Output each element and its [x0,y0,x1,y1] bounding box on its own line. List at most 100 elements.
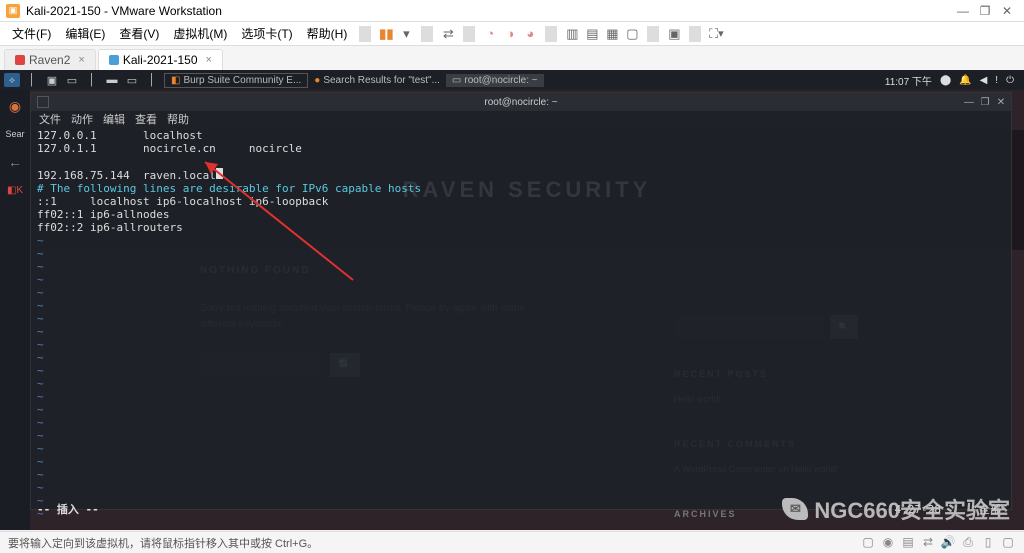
line: 192.168.75.144 raven.local [37,169,216,182]
tilde-line: ~ [37,299,44,312]
network-icon[interactable]: ! [995,75,998,86]
tilde-line: ~ [37,312,44,325]
notification-icon[interactable]: 🔔 [959,75,971,86]
task-terminal[interactable]: ▭root@nocircle: ~ [446,74,544,87]
tilde-line: ~ [37,351,44,364]
layout4-icon[interactable]: ▢ [623,25,641,43]
menu-edit[interactable]: 编辑(E) [59,23,111,44]
kali-panel: ⟡ │ ▣ ▭ │ ▬ ▭ │ ◧Burp Suite Community E.… [0,70,1024,90]
close-icon[interactable]: × [206,54,212,66]
volume-icon[interactable]: ◀ [980,75,988,86]
line: ff02::2 ip6-allrouters [37,221,183,234]
close-button[interactable]: ✕ [996,4,1018,18]
tilde-line: ~ [37,325,44,338]
snapshot-revert-icon[interactable]: ◑ [501,25,519,43]
watermark-text: NGC660安全实验室 [814,493,1010,525]
bookmark-icon[interactable]: ◧K [3,178,27,202]
term-menu-help[interactable]: 帮助 [167,111,189,127]
layout1-icon[interactable]: ▥ [563,25,581,43]
tab-raven2[interactable]: Raven2 × [4,49,96,70]
tilde-line: ~ [37,390,44,403]
usb-icon[interactable]: ⇄ [920,535,936,550]
tab-kali[interactable]: Kali-2021-150 × [98,49,223,70]
guest-display[interactable]: ⟡ │ ▣ ▭ │ ▬ ▭ │ ◧Burp Suite Community E.… [0,70,1024,530]
menu-view[interactable]: 查看(V) [113,23,165,44]
vmware-title-bar: ▣ Kali-2021-150 - VMware Workstation — ❐… [0,0,1024,22]
tab-label: Raven2 [29,53,70,67]
term-menu-file[interactable]: 文件 [39,111,61,127]
workspace2-icon[interactable]: ▭ [124,73,140,87]
files-icon[interactable]: ▣ [44,73,60,87]
layout2-icon[interactable]: ▤ [583,25,601,43]
maximize-icon[interactable]: ❐ [979,96,991,108]
message-icon[interactable]: ▢ [1000,535,1016,550]
minimize-icon[interactable]: — [963,96,975,108]
tilde-line: ~ [37,429,44,442]
back-icon[interactable]: ← [3,150,27,174]
power-icon[interactable]: ⏻ [1006,75,1014,86]
kali-logo-icon[interactable]: ⟡ [4,73,20,87]
pause-icon[interactable]: ▮▮ [377,25,395,43]
vmware-tab-strip: Raven2 × Kali-2021-150 × [0,46,1024,70]
tilde-line: ~ [37,234,44,247]
cd-icon[interactable]: ◉ [880,535,896,550]
wechat-icon: ✉ [782,498,808,520]
close-icon[interactable]: × [78,54,84,66]
terminal-window[interactable]: root@nocircle: ~ — ❐ ✕ 文件 动作 编辑 查看 帮助 12… [30,92,1012,510]
vmware-icon: ▣ [6,4,20,18]
term-menu-view[interactable]: 查看 [135,111,157,127]
fullscreen-icon[interactable]: ▣ [665,25,683,43]
maximize-button[interactable]: ❐ [974,4,996,18]
tilde-line: ~ [37,377,44,390]
send-key-icon[interactable]: ⇄ [439,25,457,43]
menu-tabs[interactable]: 选项卡(T) [235,23,298,44]
tab-label: Kali-2021-150 [123,53,198,67]
tilde-line: ~ [37,286,44,299]
unity-icon[interactable]: ⛶▾ [707,25,725,43]
menu-help[interactable]: 帮助(H) [301,23,354,44]
terminal-menubar: 文件 动作 编辑 查看 帮助 [31,111,1011,127]
terminal-menu-icon[interactable] [37,96,49,108]
dropdown-icon[interactable]: ▾ [397,25,415,43]
tilde-line: ~ [37,416,44,429]
menu-vm[interactable]: 虚拟机(M) [167,23,233,44]
terminal-titlebar[interactable]: root@nocircle: ~ — ❐ ✕ [31,93,1011,111]
term-menu-action[interactable]: 动作 [71,111,93,127]
panel-sep-icon: │ [144,73,160,87]
tilde-line: ~ [37,481,44,494]
terminal-body[interactable]: 127.0.0.1 localhost 127.0.1.1 nocircle.c… [31,127,1011,522]
term-menu-edit[interactable]: 编辑 [103,111,125,127]
task-firefox[interactable]: ●Search Results for "test"... [308,74,446,87]
disk-icon[interactable]: ▢ [860,535,876,550]
line-comment: # The following lines are desirable for … [37,182,421,195]
device-tray: ▢ ◉ ▤ ⇄ 🔊 ⎙ ▯ ▢ [860,535,1016,550]
vm-icon [15,55,25,65]
task-burp[interactable]: ◧Burp Suite Community E... [164,73,308,88]
line: 127.0.0.1 localhost [37,129,203,142]
app-icon[interactable]: ▭ [64,73,80,87]
snapshot-icon[interactable]: ◔ [481,25,499,43]
layout3-icon[interactable]: ▦ [603,25,621,43]
tilde-line: ~ [37,364,44,377]
tilde-line: ~ [37,260,44,273]
line: ff02::1 ip6-allnodes [37,208,169,221]
net-icon[interactable]: ▤ [900,535,916,550]
cursor [216,168,223,179]
window-title: Kali-2021-150 - VMware Workstation [26,4,222,18]
tray-icon[interactable]: ⬤ [940,75,951,86]
clock[interactable]: 11:07 下午 [885,73,932,88]
panel-sep-icon: │ [24,73,40,87]
tilde-line: ~ [37,273,44,286]
menu-file[interactable]: 文件(F) [6,23,57,44]
snapshot-manage-icon[interactable]: ◕ [521,25,539,43]
sound-icon[interactable]: 🔊 [940,535,956,550]
browser-sidebar: ◉ Sear ← ◧K [0,90,30,530]
watermark: ✉ NGC660安全实验室 [782,493,1010,525]
printer-icon[interactable]: ⎙ [960,535,976,550]
more-icon[interactable]: ▯ [980,535,996,550]
terminal-title-text: root@nocircle: ~ [484,97,557,108]
minimize-button[interactable]: — [952,4,974,18]
workspace1-icon[interactable]: ▬ [104,73,120,87]
tilde-line: ~ [37,468,44,481]
close-icon[interactable]: ✕ [995,96,1007,108]
